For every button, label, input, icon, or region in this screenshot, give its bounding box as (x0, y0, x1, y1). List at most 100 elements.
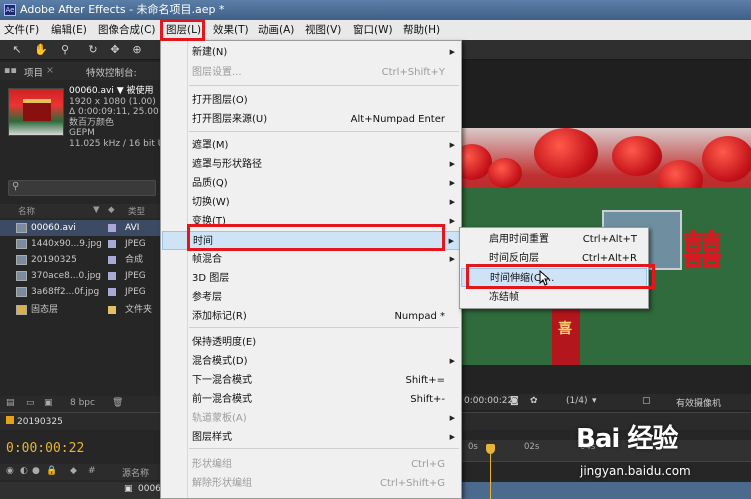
menu-item-preserve-transparency[interactable]: 保持透明度(E) (162, 333, 461, 352)
thumbnail-gate-shape (23, 99, 51, 121)
submenu-arrow-icon: ▶ (449, 433, 455, 441)
footage-file-icon (16, 271, 27, 281)
double-happiness-glyph: 囍 (682, 228, 722, 274)
menu-item-layer-styles[interactable]: 图层样式 ▶ (162, 428, 461, 447)
menu-item-mask-shape-path[interactable]: 遮罩与形状路径 ▶ (162, 155, 461, 174)
project-tab[interactable]: 项目 (24, 65, 43, 79)
submenu-arrow-icon: ▶ (449, 179, 455, 187)
menu-item-shortcut: Ctrl+G (411, 459, 445, 470)
label-color-swatch[interactable] (108, 224, 116, 232)
menu-item-label: 遮罩(M) (192, 140, 229, 151)
menu-item-label: 新建(N) (192, 47, 228, 58)
selection-tool-icon[interactable]: ↖ (10, 43, 24, 57)
time-stretch-highlight (466, 264, 655, 289)
project-item[interactable]: 370ace8...0.jpg JPEG (0, 268, 160, 284)
menu-item-label: 遮罩与形状路径 (192, 159, 262, 170)
camera-tool-icon[interactable]: ✥ (108, 43, 122, 57)
menu-item-3d-layer[interactable]: 3D 图层 (162, 269, 461, 288)
zoom-tool-icon[interactable]: ⚲ (58, 43, 72, 57)
lantern-shape (702, 136, 751, 182)
menu-item-label: 打开图层(O) (192, 95, 248, 106)
menu-item-blending-mode[interactable]: 混合模式(D) ▶ (162, 352, 461, 371)
bit-depth-label[interactable]: 8 bpc (70, 398, 95, 408)
audio-icon[interactable]: ◐ (20, 466, 28, 476)
menu-item-frame-blending[interactable]: 帧混合 ▶ (162, 250, 461, 269)
submenu-item-shortcut: Ctrl+Alt+T (582, 234, 637, 245)
footage-name: 00060.avi (69, 86, 114, 96)
timeline-timecode[interactable]: 0:00:00:22 (6, 441, 84, 456)
label-tag-icon: ◆ (70, 466, 77, 476)
active-camera-select[interactable]: 有效摄像机 (676, 396, 721, 409)
menu-item-label: 轨道蒙板(A) (192, 413, 247, 424)
project-item[interactable]: 20190325 合成 (0, 252, 160, 268)
submenu-freeze-frame[interactable]: 冻结帧 (461, 288, 647, 307)
new-comp-icon[interactable]: ▣ (44, 398, 53, 408)
channel-icon[interactable]: ✿ (530, 396, 538, 406)
resolution-select[interactable]: (1/4) (566, 396, 588, 406)
visibility-icon[interactable]: ◉ (6, 466, 14, 476)
rotate-tool-icon[interactable]: ↻ (86, 43, 100, 57)
menu-item-label: 图层设置... (192, 67, 242, 78)
menu-file[interactable]: 文件(F) (4, 23, 39, 37)
menu-composition[interactable]: 图像合成(C) (98, 23, 156, 37)
menu-item-mask[interactable]: 遮罩(M) ▶ (162, 136, 461, 155)
trash-icon[interactable]: 🗑 (112, 398, 123, 408)
close-tab-icon[interactable]: × (46, 65, 54, 76)
menu-view[interactable]: 视图(V) (305, 23, 341, 37)
submenu-arrow-icon: ▶ (449, 357, 455, 365)
menu-edit[interactable]: 编辑(E) (51, 23, 87, 37)
pan-behind-tool-icon[interactable]: ⊕ (130, 43, 144, 57)
composition-icon (6, 416, 14, 424)
solo-icon[interactable]: ● (32, 466, 40, 476)
menu-item-label: 解除形状编组 (192, 478, 252, 489)
label-color-swatch[interactable] (108, 240, 116, 248)
source-name-column[interactable]: 源名称 (122, 466, 149, 479)
timeline-comp-tab[interactable]: 20190325 (6, 416, 63, 427)
camera-snapshot-icon[interactable]: ◙ (510, 396, 519, 406)
label-color-swatch[interactable] (108, 288, 116, 296)
footage-used: ▼ 被使用 (116, 86, 154, 96)
effects-control-tab[interactable]: 特效控制台: (86, 65, 137, 79)
menu-item-next-blending-mode[interactable]: 下一混合模式 Shift+= (162, 371, 461, 390)
menu-item-previous-blending-mode[interactable]: 前一混合模式 Shift+- (162, 390, 461, 409)
project-item[interactable]: 00060.avi AVI (0, 220, 160, 236)
label-color-swatch[interactable] (108, 306, 116, 314)
window-title-bar: Ae Adobe After Effects - 未命名项目.aep * (0, 0, 751, 20)
menu-item-open-layer[interactable]: 打开图层(O) (162, 91, 461, 110)
label-color-swatch[interactable] (108, 272, 116, 280)
menu-item-open-layer-source[interactable]: 打开图层来源(U) Alt+Numpad Enter (162, 110, 461, 129)
submenu-item-label: 冻结帧 (489, 292, 519, 303)
menu-item-quality[interactable]: 品质(Q) ▶ (162, 174, 461, 193)
viewer-timecode[interactable]: 0:00:00:22 (464, 396, 513, 406)
project-item[interactable]: 3a68ff2...0f.jpg JPEG (0, 284, 160, 300)
menu-item-label: 打开图层来源(U) (192, 114, 268, 125)
region-icon[interactable]: ▢ (642, 396, 651, 406)
menu-item-switches[interactable]: 切换(W) ▶ (162, 193, 461, 212)
lock-icon[interactable]: 🔒 (46, 466, 57, 476)
lantern-shape (534, 128, 598, 178)
menu-animation[interactable]: 动画(A) (258, 23, 294, 37)
submenu-arrow-icon: ▶ (449, 255, 455, 263)
menu-item-layer-settings: 图层设置... Ctrl+Shift+Y (162, 63, 461, 82)
menu-item-label: 前一混合模式 (192, 394, 252, 405)
interpret-footage-icon[interactable]: ▤ (6, 398, 15, 408)
time-item-highlight (187, 224, 445, 251)
menu-item-guide-layer[interactable]: 参考层 (162, 288, 461, 307)
menu-effect[interactable]: 效果(T) (213, 23, 249, 37)
column-type[interactable]: 类型 (128, 205, 145, 217)
menu-item-add-marker[interactable]: 添加标记(R) Numpad * (162, 307, 461, 326)
menu-window[interactable]: 窗口(W) (353, 23, 393, 37)
project-search-input[interactable]: ⚲ (8, 180, 156, 196)
new-folder-icon[interactable]: ▭ (26, 398, 35, 408)
project-item-type: 合成 (125, 255, 144, 265)
hand-tool-icon[interactable]: ✋ (34, 43, 48, 57)
project-item[interactable]: 1440x90...9.jpg JPEG (0, 236, 160, 252)
menu-help[interactable]: 帮助(H) (403, 23, 440, 37)
playhead-handle[interactable] (486, 444, 495, 454)
label-color-swatch[interactable] (108, 256, 116, 264)
menu-item-new[interactable]: 新建(N) ▶ (162, 43, 461, 62)
column-name[interactable]: 名称 (18, 205, 35, 217)
panel-menu-icon[interactable]: ▪▪ (4, 65, 17, 76)
submenu-enable-time-remap[interactable]: 启用时间重置 Ctrl+Alt+T (461, 230, 647, 249)
project-item[interactable]: 固态层 文件夹 (0, 302, 160, 318)
